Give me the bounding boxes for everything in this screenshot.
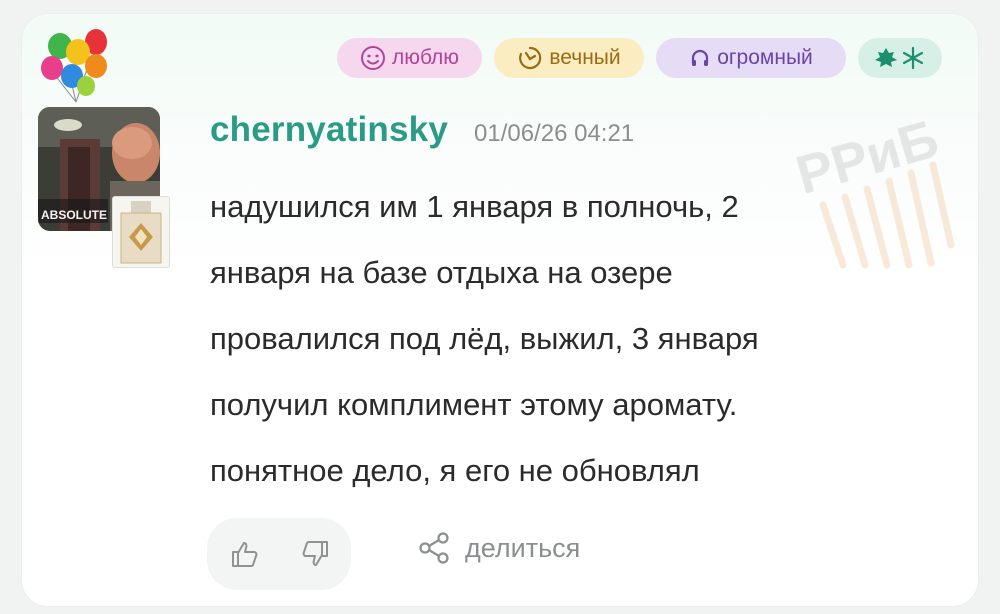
comment-line: провалился под лёд, выжил, 3 января (210, 321, 759, 356)
tag-love[interactable]: люблю (337, 38, 482, 78)
tag-love-label: люблю (391, 46, 460, 69)
reaction-tags: люблю вечный огромный (337, 38, 942, 78)
comment-line: понятное дело, я его не обновлял (210, 453, 700, 488)
headphones-icon (692, 49, 709, 66)
share-button[interactable]: делиться (417, 531, 580, 565)
comment-line: получил комплимент этому аромату. (210, 387, 738, 422)
share-icon (419, 532, 449, 564)
avatar-caption: ABSOLUTE (41, 208, 107, 222)
tag-eternal[interactable]: вечный (494, 38, 644, 78)
vote-controls (207, 518, 351, 590)
username[interactable]: chernyatinsky (210, 110, 448, 150)
comment-line: надушился им 1 января в полночь, 2 (210, 189, 739, 224)
tag-season[interactable] (858, 38, 942, 78)
thumbs-down-icon[interactable] (299, 538, 331, 570)
thumbs-up-icon[interactable] (229, 538, 261, 570)
share-label: делиться (465, 532, 581, 563)
watermark-logo: РРиБ (790, 109, 955, 269)
tag-eternal-label: вечный (549, 46, 621, 69)
timer-icon (519, 46, 542, 70)
comment-line: января на базе отдыха на озере (210, 255, 673, 290)
balloons-icon (41, 29, 107, 103)
leaf-snowflake-icon (875, 46, 924, 70)
tag-huge[interactable]: огромный (656, 38, 846, 78)
perfume-bottle-icon (113, 197, 169, 267)
timestamp: 01/06/26 04:21 (474, 120, 635, 147)
perfume-thumbnail[interactable] (112, 196, 170, 268)
smiley-heart-icon (360, 46, 385, 70)
tag-huge-label: огромный (717, 46, 813, 69)
